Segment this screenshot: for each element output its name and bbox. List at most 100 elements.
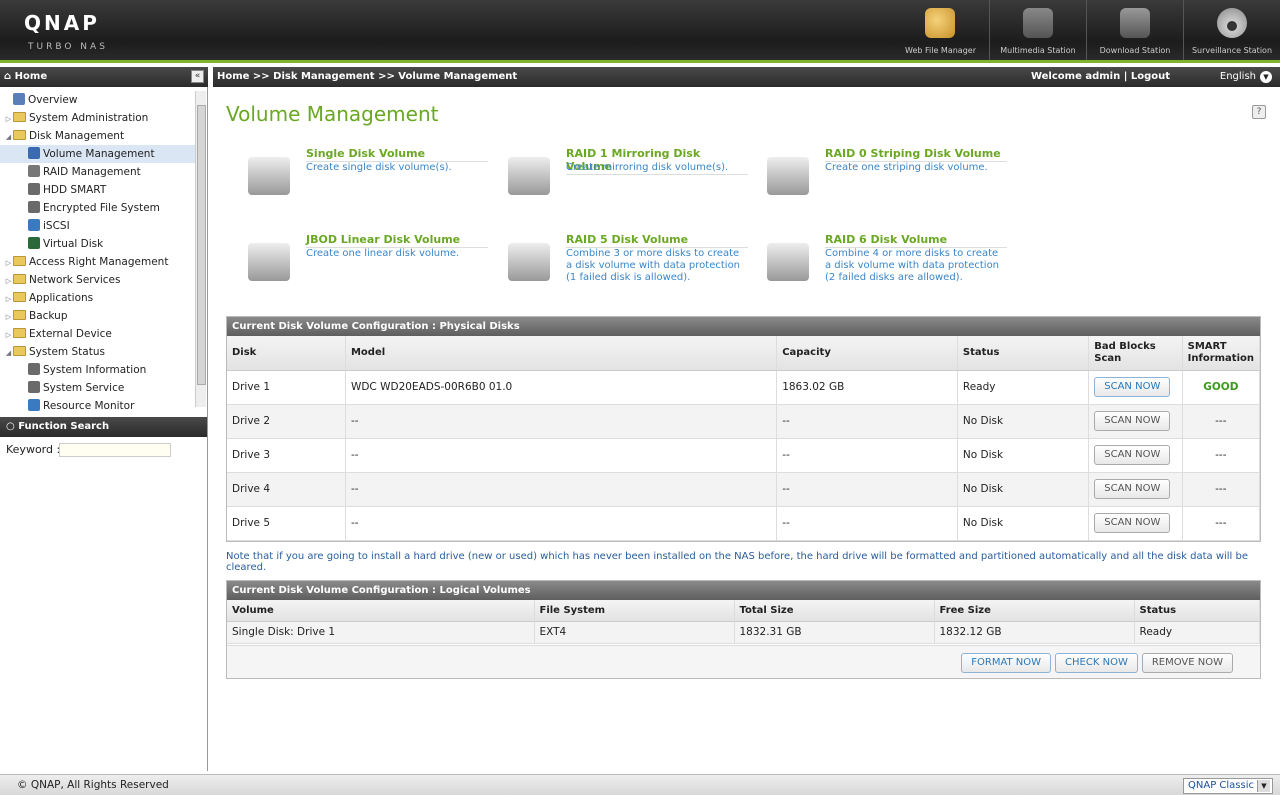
expand-icon[interactable]: ▷: [4, 290, 13, 308]
surveillance-station-button[interactable]: Surveillance Station: [1183, 0, 1280, 60]
expand-icon[interactable]: ▷: [4, 326, 13, 344]
breadcrumb[interactable]: Home >> Disk Management >> Volume Manage…: [217, 71, 517, 82]
footer: © QNAP, All Rights Reserved QNAP Classic…: [0, 774, 1280, 795]
page-icon: [28, 183, 40, 195]
page-icon: [28, 165, 40, 177]
scan-now-button[interactable]: SCAN NOW: [1094, 513, 1171, 533]
theme-select[interactable]: QNAP Classic ▼: [1183, 778, 1273, 794]
sidebar-item[interactable]: ▷ Applications: [0, 289, 195, 307]
app-launcher: Web File Manager Multimedia Station Down…: [892, 0, 1280, 63]
tile-raid0[interactable]: RAID 0 Striping Disk Volume Create one s…: [745, 147, 1007, 212]
sidebar-item[interactable]: ▷ Network Services: [0, 271, 195, 289]
tile-raid5[interactable]: RAID 5 Disk Volume Combine 3 or more dis…: [486, 233, 748, 298]
sidebar-item[interactable]: ◢ System Status: [0, 343, 195, 361]
expand-icon[interactable]: ▷: [4, 308, 13, 326]
expanded-icon[interactable]: ◢: [4, 344, 13, 362]
keyword-input[interactable]: [59, 443, 171, 457]
folder-icon: [13, 256, 26, 266]
table-row: Drive 1 WDC WD20EADS-00R6B0 01.0 1863.02 G…: [227, 370, 1261, 405]
model-cell: --: [345, 438, 778, 473]
qnap-logo: QNAP: [24, 11, 100, 35]
main-content: Volume Management ? Single Disk Volume C…: [213, 87, 1280, 771]
expand-icon[interactable]: ▷: [4, 254, 13, 272]
mirror-disk-icon: [508, 157, 550, 195]
scan-now-button[interactable]: SCAN NOW: [1094, 445, 1171, 465]
scan-cell: SCAN NOW: [1088, 506, 1183, 541]
status-cell: No Disk: [957, 438, 1090, 473]
sidebar-item-label: System Information: [43, 364, 147, 376]
free-cell: 1832.12 GB: [934, 621, 1135, 644]
folder-icon: [13, 328, 26, 338]
smart-cell: ---: [1182, 404, 1261, 439]
total-cell: 1832.31 GB: [734, 621, 935, 644]
web-file-manager-button[interactable]: Web File Manager: [892, 0, 989, 60]
sidebar-item[interactable]: ◢ Disk Management: [0, 127, 195, 145]
sidebar-item[interactable]: Overview: [0, 91, 195, 109]
welcome-logout[interactable]: Welcome admin | Logout: [1031, 67, 1170, 87]
sidebar-scrollbar[interactable]: [195, 91, 206, 407]
sidebar-item[interactable]: ▷ Access Right Management: [0, 253, 195, 271]
multimedia-station-button[interactable]: Multimedia Station: [989, 0, 1086, 60]
chevron-down-icon[interactable]: ▼: [1260, 71, 1272, 83]
expanded-icon[interactable]: ◢: [4, 128, 13, 146]
chevron-down-icon[interactable]: ▼: [1257, 780, 1270, 792]
sidebar-item[interactable]: RAID Management: [0, 163, 195, 181]
model-cell: --: [345, 472, 778, 507]
language-select[interactable]: English: [1220, 67, 1256, 87]
page-icon: [28, 219, 40, 231]
home-label[interactable]: Home: [15, 71, 47, 82]
sidebar-item[interactable]: Encrypted File System: [0, 199, 195, 217]
tile-raid1[interactable]: RAID 1 Mirroring Disk Volume Create mirr…: [486, 147, 748, 212]
format-now-button[interactable]: FORMAT NOW: [961, 653, 1052, 673]
sidebar-item[interactable]: ▷ System Administration: [0, 109, 195, 127]
sidebar-item[interactable]: Resource Monitor: [0, 397, 195, 411]
folder-icon: [13, 310, 26, 320]
table-row[interactable]: Single Disk: Drive 1 EXT4 1832.31 GB 1832.1…: [227, 621, 1260, 644]
keyword-label: Keyword :: [6, 443, 61, 456]
tile-raid6[interactable]: RAID 6 Disk Volume Combine 4 or more dis…: [745, 233, 1007, 298]
sidebar-item[interactable]: System Information: [0, 361, 195, 379]
status-cell: Ready: [957, 370, 1090, 405]
collapse-sidebar-button[interactable]: «: [191, 70, 204, 83]
help-icon[interactable]: ?: [1252, 105, 1266, 119]
capacity-cell: 1863.02 GB: [776, 370, 958, 405]
scan-now-button[interactable]: SCAN NOW: [1094, 411, 1171, 431]
raid5-disk-icon: [508, 243, 550, 281]
expand-icon[interactable]: ▷: [4, 110, 13, 128]
smart-cell: ---: [1182, 472, 1261, 507]
smart-cell: ---: [1182, 506, 1261, 541]
sidebar-item[interactable]: Volume Management: [0, 145, 195, 163]
page-icon: [28, 399, 40, 411]
sidebar-item-label: Backup: [29, 310, 68, 322]
topbar: Home >> Disk Management >> Volume Manage…: [213, 67, 1280, 87]
sidebar-item[interactable]: System Service: [0, 379, 195, 397]
nav-tree: Overview ▷ System Administration ◢ Disk Mana…: [0, 91, 195, 411]
check-now-button[interactable]: CHECK NOW: [1055, 653, 1138, 673]
folder-icon: [13, 130, 26, 140]
status-cell: No Disk: [957, 506, 1090, 541]
volume-actions: FORMAT NOW CHECK NOW REMOVE NOW: [227, 645, 1260, 678]
tile-single-disk[interactable]: Single Disk Volume Create single disk vo…: [226, 147, 488, 212]
logical-volumes-table: Current Disk Volume Configuration : Logi…: [226, 580, 1261, 679]
scan-now-button[interactable]: SCAN NOW: [1094, 377, 1171, 397]
scan-now-button[interactable]: SCAN NOW: [1094, 479, 1171, 499]
sidebar-item-label: System Service: [43, 382, 125, 394]
remove-now-button[interactable]: REMOVE NOW: [1141, 653, 1233, 673]
sidebar-item[interactable]: Virtual Disk: [0, 235, 195, 253]
model-cell: WDC WD20EADS-00R6B0 01.0: [345, 370, 778, 405]
physical-disks-caption: Current Disk Volume Configuration : Phys…: [227, 317, 1260, 336]
expand-icon[interactable]: ▷: [4, 272, 13, 290]
tile-jbod[interactable]: JBOD Linear Disk Volume Create one linea…: [226, 233, 488, 298]
scrollbar-thumb[interactable]: [197, 105, 206, 385]
sidebar-item[interactable]: HDD SMART: [0, 181, 195, 199]
capacity-cell: --: [776, 506, 958, 541]
page-icon: [28, 147, 40, 159]
page-icon: [28, 237, 40, 249]
sidebar-item[interactable]: ▷ External Device: [0, 325, 195, 343]
download-station-button[interactable]: Download Station: [1086, 0, 1183, 60]
copyright: © QNAP, All Rights Reserved: [17, 779, 169, 791]
sidebar-item[interactable]: ▷ Backup: [0, 307, 195, 325]
sidebar-item-label: External Device: [29, 328, 112, 340]
physical-disks-table: Current Disk Volume Configuration : Phys…: [226, 316, 1261, 542]
sidebar-item[interactable]: iSCSI: [0, 217, 195, 235]
